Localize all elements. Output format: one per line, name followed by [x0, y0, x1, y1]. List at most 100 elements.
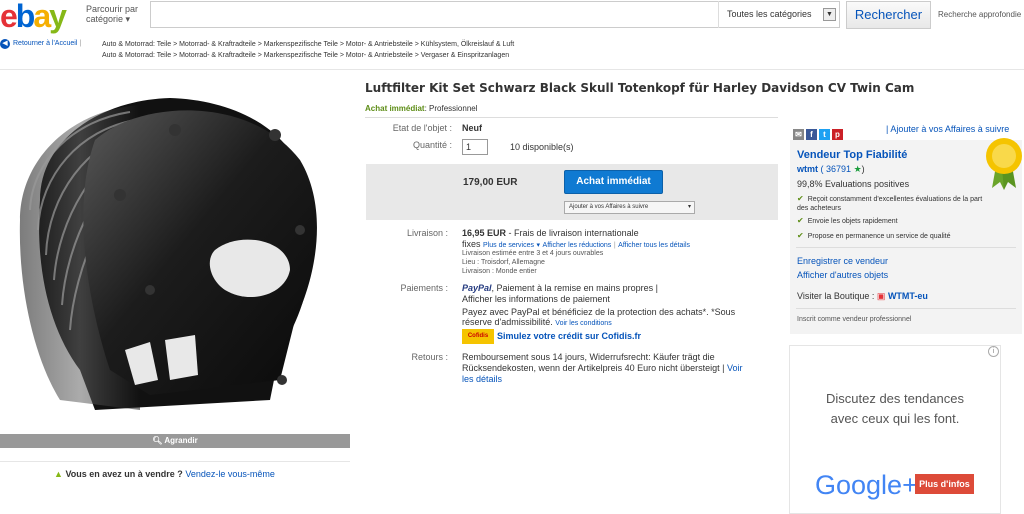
- price: 179,00 EUR: [463, 177, 518, 188]
- shipping-links: fixes Plus de services ▾ Afficher les ré…: [462, 239, 691, 249]
- item-title: Luftfilter Kit Set Schwarz Black Skull T…: [365, 81, 915, 95]
- twitter-icon[interactable]: t: [819, 129, 830, 140]
- store-label: Visiter la Boutique :: [797, 291, 875, 301]
- watch-label: Ajouter à vos Affaires à suivre: [569, 204, 649, 210]
- see-conditions-link[interactable]: Voir les conditions: [555, 320, 611, 327]
- back-home-label: Retourner à l'Accueil: [13, 40, 78, 47]
- show-all-details-link[interactable]: Afficher tous les détails: [618, 242, 690, 249]
- add-watchlist-link[interactable]: | Ajouter à vos Affaires à suivre: [886, 124, 1009, 134]
- cofidis-logo: Cofidis: [462, 329, 494, 344]
- buy-format: Achat immédiat: Professionnel: [365, 104, 478, 113]
- divider: [796, 247, 1016, 248]
- top-seller-badge-icon: [986, 138, 1022, 190]
- magnifier-icon: 🔍︎: [152, 436, 165, 445]
- buy-format-label: Achat immédiat: [365, 104, 425, 113]
- chevron-down-icon: ▾: [687, 204, 691, 210]
- seller-bullet-1: ✔ Reçoit constamment d'excellentes évalua…: [797, 194, 992, 213]
- paypal-logo: PayPal: [462, 283, 492, 293]
- returns-text: Remboursement sous 14 jours, Widerrufsre…: [462, 352, 725, 373]
- condition-value: Neuf: [462, 123, 482, 133]
- store-link[interactable]: WTMT-eu: [888, 291, 928, 301]
- shipping-line: 16,95 EUR - Frais de livraison internati…: [462, 228, 639, 238]
- browse-label-2: catégorie: [86, 14, 124, 24]
- tag-icon: ▲: [54, 469, 63, 479]
- air-filter-skull-image: [19, 98, 317, 410]
- shipping-fixes: fixes: [462, 239, 481, 249]
- save-seller-link[interactable]: Enregistrer ce vendeur: [797, 256, 888, 266]
- category-select[interactable]: Toutes les catégories ▼: [718, 1, 840, 28]
- back-arrow-icon: ◀: [0, 39, 10, 49]
- shipping-label: Livraison :: [406, 228, 448, 238]
- enlarge-button[interactable]: 🔍︎ Agrandir: [0, 434, 350, 448]
- payment-methods: PayPal, Paiement à la remise en mains pr…: [462, 283, 658, 293]
- sell-question: Vous en avez un à vendre ?: [65, 469, 183, 479]
- search-button[interactable]: Rechercher: [846, 1, 931, 29]
- back-home-link[interactable]: ◀ Retourner à l'Accueil |: [0, 39, 81, 49]
- browse-label-1: Parcourir par: [86, 4, 139, 14]
- show-reductions-link[interactable]: Afficher les réductions: [543, 242, 612, 249]
- check-icon: ✔: [797, 216, 804, 225]
- google-plus-logo: Google+: [815, 470, 918, 500]
- available-count: 10 disponible(s): [510, 142, 574, 152]
- payments-label: Paiements :: [400, 283, 448, 293]
- product-image[interactable]: [0, 80, 350, 435]
- divider: [0, 69, 1024, 70]
- cofidis-link[interactable]: Simulez votre crédit sur Cofidis.fr: [497, 331, 641, 341]
- more-info-button[interactable]: Plus d'infos: [915, 474, 974, 494]
- seller-bullet-3: ✔ Propose en permanence un service de qua…: [797, 231, 951, 240]
- more-services-link[interactable]: Plus de services: [483, 242, 534, 249]
- item-location: Lieu : Troisdorf, Allemagne: [462, 259, 545, 266]
- advanced-search-link[interactable]: Recherche approfondie: [938, 10, 1021, 19]
- ebay-logo[interactable]: ebay: [0, 0, 67, 32]
- seller-identity: wtmt ( 36791 ★): [797, 164, 865, 174]
- sell-prompt: ▲ Vous en avez un à vendre ? Vendez-le v…: [54, 469, 275, 479]
- seller-name-link[interactable]: wtmt: [797, 164, 818, 174]
- browse-category-button[interactable]: Parcourir par catégorie ▾: [86, 4, 138, 24]
- quantity-label: Quantité :: [412, 140, 452, 150]
- breadcrumb-1[interactable]: Auto & Motorrad: Teile > Motorrad- & Kra…: [102, 41, 514, 48]
- seller-bullet-1-text: Reçoit constamment d'excellentes évaluat…: [797, 196, 983, 212]
- divider: [0, 461, 350, 462]
- check-icon: ✔: [797, 194, 804, 203]
- payment-info-link[interactable]: Afficher les informations de paiement: [462, 294, 610, 304]
- top-seller-title: Vendeur Top Fiabilité: [797, 149, 908, 161]
- ad-line-1: Discutez des tendances: [825, 391, 965, 406]
- positive-feedback: 99,8% Evaluations positives: [797, 179, 910, 189]
- returns-policy: Remboursement sous 14 jours, Widerrufsre…: [462, 352, 752, 385]
- store-row: Visiter la Boutique : ▣ WTMT-eu: [797, 291, 928, 302]
- other-items-link[interactable]: Afficher d'autres objets: [797, 270, 888, 280]
- chevron-down-icon: ▼: [823, 8, 836, 21]
- shipping-cost: 16,95 EUR: [462, 228, 507, 238]
- paypal-protection: Payez avec PayPal et bénéficiez de la pr…: [462, 307, 762, 329]
- feedback-star-icon: ★: [853, 164, 862, 174]
- seller-bullet-2-text: Envoie les objets rapidement: [807, 218, 898, 225]
- email-icon[interactable]: ✉: [793, 129, 804, 140]
- divider: [796, 308, 1016, 309]
- pinterest-icon[interactable]: p: [832, 129, 843, 140]
- add-to-watchlist-button[interactable]: Ajouter à vos Affaires à suivre ▾: [564, 201, 695, 214]
- seller-bullet-2: ✔ Envoie les objets rapidement: [797, 216, 898, 225]
- category-select-value: Toutes les catégories: [727, 9, 812, 19]
- store-icon: ▣: [876, 291, 886, 301]
- divider: [365, 117, 778, 118]
- shipping-desc: - Frais de livraison internationale: [508, 228, 639, 238]
- enlarge-label: Agrandir: [164, 436, 198, 445]
- chevron-down-icon: ▾: [125, 14, 131, 24]
- breadcrumb-2[interactable]: Auto & Motorrad: Teile > Motorrad- & Kra…: [102, 52, 509, 59]
- ships-to: Livraison : Monde entier: [462, 268, 537, 275]
- registered-business: Inscrit comme vendeur professionnel: [797, 316, 912, 323]
- ad-line-2: avec ceux qui les font.: [830, 411, 960, 426]
- check-icon: ✔: [797, 231, 804, 240]
- buy-now-button[interactable]: Achat immédiat: [564, 170, 663, 194]
- quantity-input[interactable]: 1: [462, 139, 488, 155]
- delivery-estimate: Livraison estimée entre 3 et 4 jours ouv…: [462, 250, 604, 257]
- returns-label: Retours :: [411, 352, 448, 362]
- buy-format-suffix: : Professionnel: [424, 104, 478, 113]
- payment-methods-text: , Paiement à la remise en mains propres …: [491, 283, 658, 293]
- feedback-score-link[interactable]: ( 36791: [821, 164, 852, 174]
- ad-info-icon[interactable]: i: [988, 346, 999, 357]
- condition-label: Etat de l'objet :: [392, 123, 452, 133]
- facebook-icon[interactable]: f: [806, 129, 817, 140]
- seller-bullet-3-text: Propose en permanence un service de qual…: [807, 233, 951, 240]
- sell-yours-link[interactable]: Vendez-le vous-même: [185, 469, 275, 479]
